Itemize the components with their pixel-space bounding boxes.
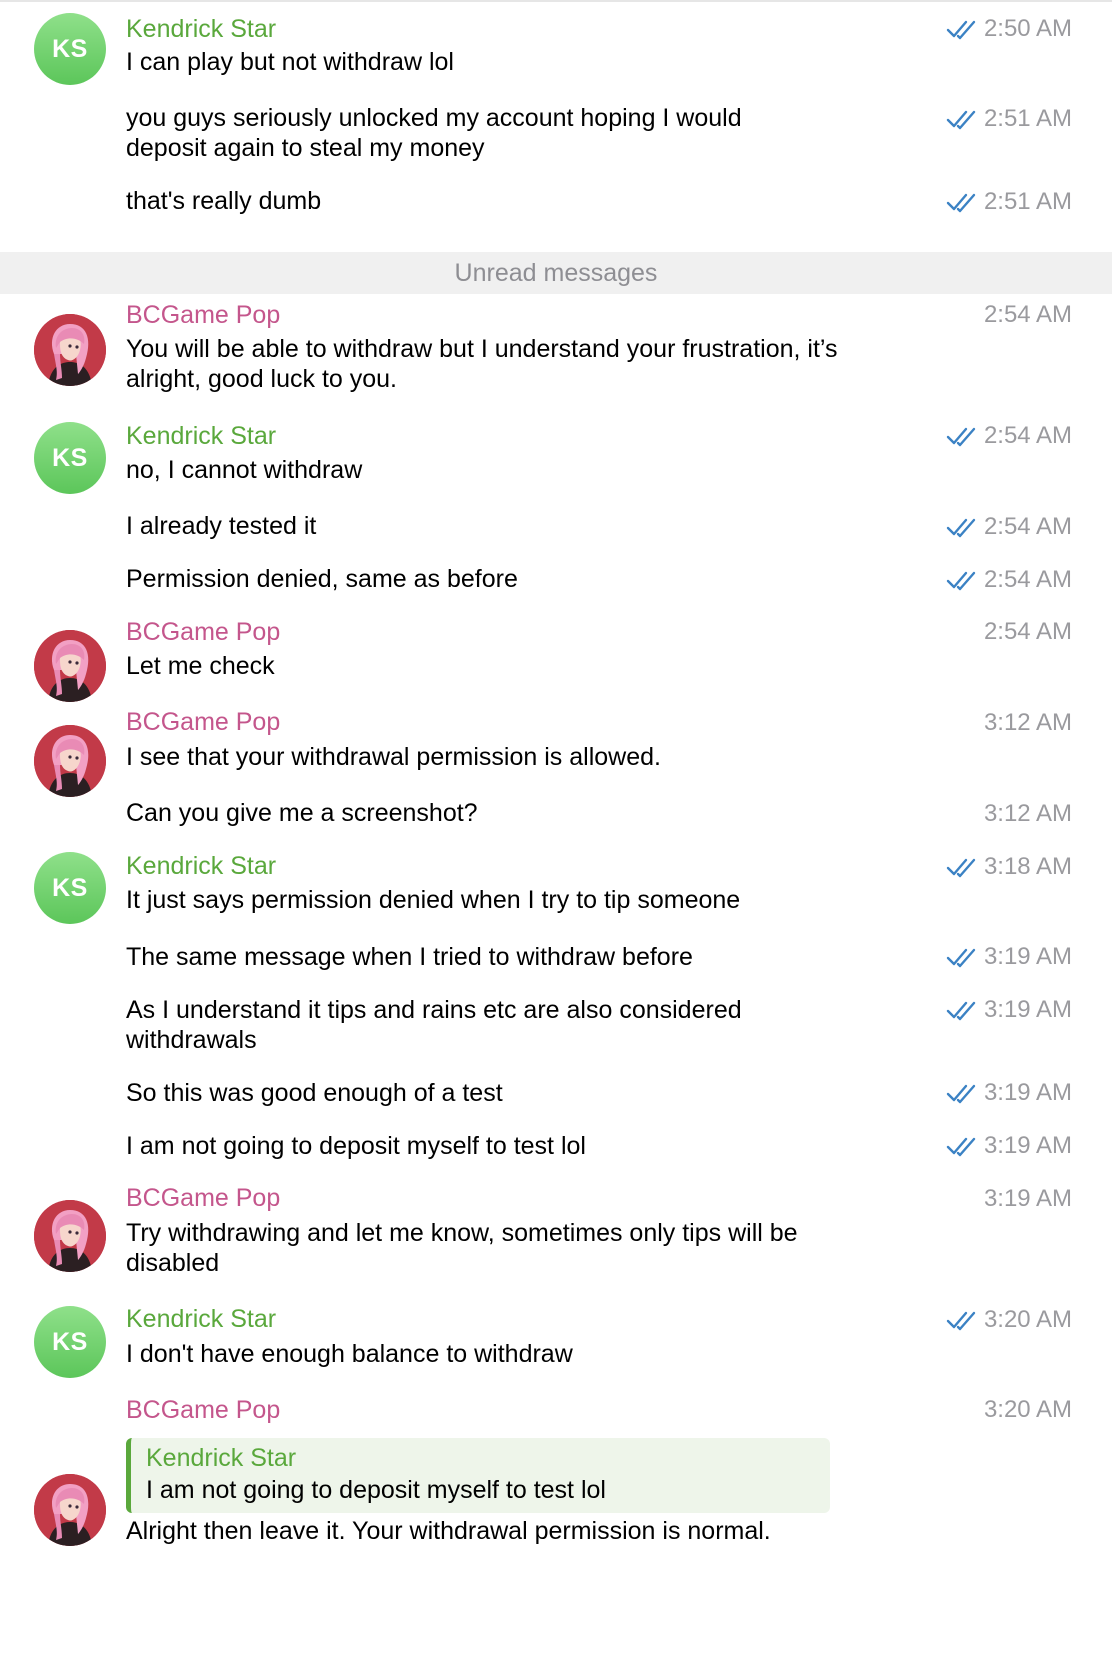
message-time: 2:50 AM [946, 14, 1072, 44]
double-check-icon [946, 948, 976, 968]
top-divider [0, 0, 1112, 2]
anime-avatar-icon [34, 314, 106, 386]
message-time: 2:54 AM [946, 565, 1072, 595]
message-time: 3:12 AM [983, 800, 1072, 827]
message-time: 3:19 AM [946, 942, 1072, 972]
message-text: alright, good luck to you. [126, 365, 397, 393]
avatar-kendrick[interactable]: KS [34, 422, 106, 494]
message-text: So this was good enough of a test [126, 1079, 503, 1107]
message-text: I already tested it [126, 512, 317, 540]
sender-name[interactable]: Kendrick Star [126, 1304, 276, 1334]
avatar-bcgame[interactable] [34, 630, 106, 702]
avatar-bcgame[interactable] [34, 314, 106, 386]
reply-sender: Kendrick Star [146, 1444, 297, 1472]
message-time: 2:51 AM [946, 187, 1072, 217]
message-time: 3:19 AM [983, 1185, 1072, 1212]
anime-avatar-icon [34, 630, 106, 702]
message-time: 2:54 AM [946, 421, 1072, 451]
message-time: 2:54 AM [983, 618, 1072, 645]
message-text: withdrawals [126, 1026, 257, 1054]
message-time: 3:12 AM [983, 709, 1072, 736]
sender-name[interactable]: BCGame Pop [126, 300, 280, 330]
anime-avatar-icon [34, 1200, 106, 1272]
double-check-icon [946, 110, 976, 130]
message-text: you guys seriously unlocked my account h… [126, 104, 742, 132]
avatar-kendrick[interactable]: KS [34, 13, 106, 85]
message-time: 3:19 AM [946, 995, 1072, 1025]
message-text: Alright then leave it. Your withdrawal p… [126, 1517, 771, 1545]
message-time: 3:19 AM [946, 1078, 1072, 1108]
message-text: It just says permission denied when I tr… [126, 886, 741, 914]
message-time: 2:54 AM [946, 512, 1072, 542]
message-text: disabled [126, 1249, 220, 1277]
message-text: I see that your withdrawal permission is… [126, 743, 661, 771]
message-text: The same message when I tried to withdra… [126, 943, 693, 971]
message-time: 3:18 AM [946, 852, 1072, 882]
double-check-icon [946, 858, 976, 878]
avatar-bcgame[interactable] [34, 1200, 106, 1272]
double-check-icon [946, 518, 976, 538]
message-time: 3:20 AM [946, 1305, 1072, 1335]
double-check-icon [946, 1137, 976, 1157]
sender-name[interactable]: BCGame Pop [126, 1183, 280, 1213]
message-text: I can play but not withdraw lol [126, 48, 454, 76]
anime-avatar-icon [34, 725, 106, 797]
message-time: 2:54 AM [983, 301, 1072, 328]
message-text: Let me check [126, 652, 275, 680]
message-time: 3:19 AM [946, 1131, 1072, 1161]
sender-name[interactable]: Kendrick Star [126, 851, 276, 881]
avatar-kendrick[interactable]: KS [34, 1306, 106, 1378]
unread-messages-divider: Unread messages [0, 252, 1112, 294]
sender-name[interactable]: BCGame Pop [126, 617, 280, 647]
message-text: I am not going to deposit myself to test… [126, 1132, 586, 1160]
double-check-icon [946, 571, 976, 591]
reply-quote[interactable]: Kendrick Star I am not going to deposit … [126, 1438, 830, 1513]
message-text: no, I cannot withdraw [126, 456, 363, 484]
double-check-icon [946, 1311, 976, 1331]
message-time: 3:20 AM [983, 1396, 1072, 1423]
message-text: I don't have enough balance to withdraw [126, 1340, 573, 1368]
double-check-icon [946, 1084, 976, 1104]
avatar-bcgame[interactable] [34, 725, 106, 797]
double-check-icon [946, 193, 976, 213]
message-text: Try withdrawing and let me know, sometim… [126, 1219, 798, 1247]
message-text: Can you give me a screenshot? [126, 799, 478, 827]
sender-name[interactable]: BCGame Pop [126, 707, 280, 737]
message-text: that's really dumb [126, 187, 322, 215]
message-text: deposit again to steal my money [126, 134, 485, 162]
message-time: 2:51 AM [946, 104, 1072, 134]
double-check-icon [946, 427, 976, 447]
message-text: You will be able to withdraw but I under… [126, 335, 838, 363]
reply-text: I am not going to deposit myself to test… [146, 1476, 606, 1504]
avatar-kendrick[interactable]: KS [34, 852, 106, 924]
sender-name[interactable]: Kendrick Star [126, 14, 276, 44]
double-check-icon [946, 1001, 976, 1021]
sender-name[interactable]: BCGame Pop [126, 1395, 280, 1425]
message-text: Permission denied, same as before [126, 565, 518, 593]
message-text: As I understand it tips and rains etc ar… [126, 996, 742, 1024]
sender-name[interactable]: Kendrick Star [126, 421, 276, 451]
avatar-bcgame[interactable] [34, 1474, 106, 1546]
anime-avatar-icon [34, 1474, 106, 1546]
double-check-icon [946, 20, 976, 40]
